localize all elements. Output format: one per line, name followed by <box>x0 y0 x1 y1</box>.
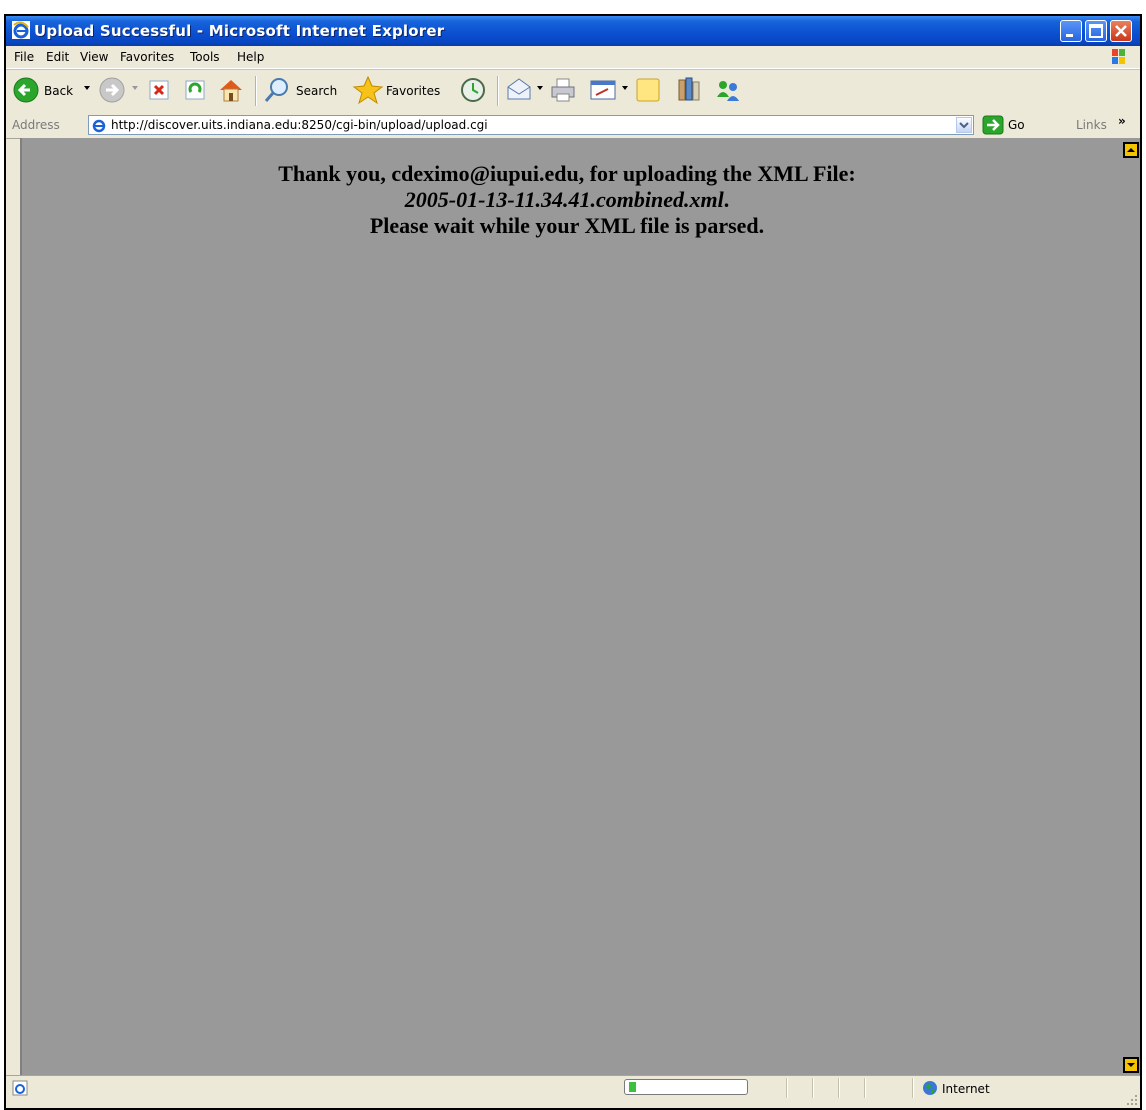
print-icon[interactable] <box>548 75 578 105</box>
uploaded-filename: 2005-01-13-11.34.41.combined.xml <box>404 187 724 212</box>
address-dropdown-button[interactable] <box>956 117 972 133</box>
go-arrow-icon <box>982 115 1004 135</box>
edit-icon[interactable] <box>588 75 618 105</box>
mail-icon[interactable] <box>504 75 534 105</box>
ie-icon <box>12 21 30 39</box>
status-divider <box>864 1078 866 1098</box>
menu-help[interactable]: Help <box>237 50 264 64</box>
toolbar-separator <box>255 76 257 106</box>
go-label: Go <box>1008 118 1025 132</box>
status-divider <box>912 1078 914 1098</box>
menu-bar: File Edit View Favorites Tools Help <box>6 46 1140 69</box>
status-divider <box>786 1078 788 1098</box>
back-icon[interactable] <box>12 75 40 105</box>
home-icon[interactable] <box>216 75 246 105</box>
forward-dropdown-icon[interactable] <box>132 86 138 90</box>
progress-fill <box>629 1082 636 1092</box>
page-ie-icon <box>91 117 107 133</box>
favorites-star-icon[interactable] <box>352 75 384 105</box>
upload-message: Thank you, cdeximo@iupui.edu, for upload… <box>22 161 1112 239</box>
back-dropdown-icon[interactable] <box>84 86 90 90</box>
back-label[interactable]: Back <box>44 84 73 98</box>
go-button[interactable]: Go <box>982 115 1052 135</box>
address-label: Address <box>12 118 60 132</box>
scroll-down-icon <box>1127 1063 1135 1067</box>
toolbar-separator <box>497 76 499 106</box>
status-bar: Internet <box>6 1075 1140 1108</box>
favorites-label[interactable]: Favorites <box>386 84 440 98</box>
close-icon <box>1115 25 1127 37</box>
maximize-button[interactable] <box>1085 20 1107 42</box>
messenger-icon[interactable] <box>712 75 744 105</box>
scroll-up-icon <box>1127 148 1135 152</box>
scroll-up-button[interactable] <box>1123 142 1139 158</box>
search-icon[interactable] <box>262 75 292 105</box>
research-icon[interactable] <box>674 75 704 105</box>
parsing-wait-line: Please wait while your XML file is parse… <box>369 213 765 238</box>
page-status-icon <box>12 1080 28 1096</box>
minimize-button[interactable] <box>1060 20 1082 42</box>
status-divider <box>812 1078 814 1098</box>
filename-period: . <box>723 187 730 212</box>
windows-logo-icon <box>1104 47 1134 67</box>
menu-view[interactable]: View <box>80 50 108 64</box>
vertical-scrollbar[interactable] <box>1122 138 1140 1075</box>
menu-file[interactable]: File <box>14 50 34 64</box>
page-content: Thank you, cdeximo@iupui.edu, for upload… <box>20 138 1126 1075</box>
search-label[interactable]: Search <box>296 84 337 98</box>
forward-icon[interactable] <box>98 75 126 105</box>
security-zone-label: Internet <box>942 1082 990 1096</box>
status-divider <box>838 1078 840 1098</box>
browser-window: Upload Successful - Microsoft Internet E… <box>4 14 1142 1110</box>
internet-zone-globe-icon <box>923 1081 937 1095</box>
links-chevron-icon[interactable]: » <box>1118 114 1126 128</box>
edit-dropdown-icon[interactable] <box>622 86 628 90</box>
maximize-icon <box>1089 24 1103 38</box>
discuss-icon[interactable] <box>634 75 664 105</box>
address-field[interactable] <box>88 115 974 135</box>
history-icon[interactable] <box>458 75 488 105</box>
mail-dropdown-icon[interactable] <box>537 86 543 90</box>
menu-tools[interactable]: Tools <box>190 50 220 64</box>
scroll-down-button[interactable] <box>1123 1057 1139 1073</box>
menu-favorites[interactable]: Favorites <box>120 50 174 64</box>
chevron-down-icon <box>959 122 969 129</box>
filename-line: 2005-01-13-11.34.41.combined.xml. <box>22 187 1112 213</box>
links-label[interactable]: Links <box>1076 118 1107 132</box>
refresh-icon[interactable] <box>182 75 210 105</box>
thank-you-line: Thank you, cdeximo@iupui.edu, for upload… <box>278 161 856 186</box>
menu-edit[interactable]: Edit <box>46 50 69 64</box>
url-input[interactable] <box>111 117 941 133</box>
minimize-icon <box>1066 34 1073 37</box>
title-bar[interactable]: Upload Successful - Microsoft Internet E… <box>6 16 1140 46</box>
address-bar: Address Go Links » <box>6 112 1140 139</box>
resize-grip-icon[interactable] <box>1126 1094 1138 1106</box>
progress-bar <box>624 1079 748 1095</box>
stop-icon[interactable] <box>146 75 174 105</box>
standard-toolbar: Back Search Favorites <box>6 69 1140 113</box>
window-title: Upload Successful - Microsoft Internet E… <box>34 22 445 40</box>
close-button[interactable] <box>1110 20 1132 42</box>
